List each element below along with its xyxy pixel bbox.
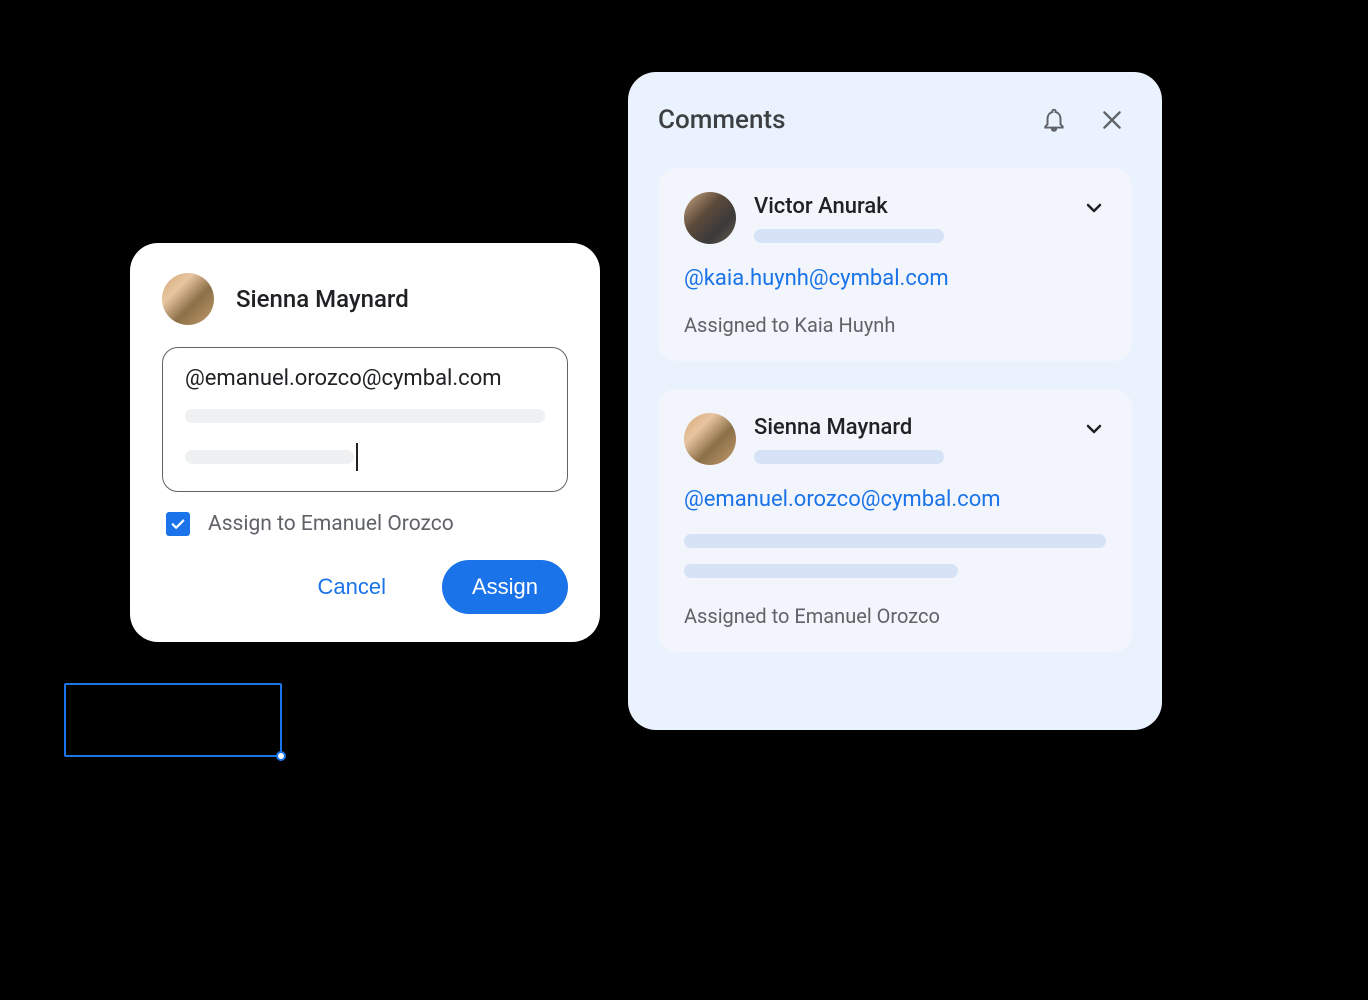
placeholder-line <box>185 450 354 464</box>
avatar <box>162 273 214 325</box>
dialog-header: Sienna Maynard <box>162 273 568 325</box>
comment-author-name: Victor Anurak <box>754 194 1106 219</box>
selection-outline <box>64 683 282 757</box>
assign-checkbox-label: Assign to Emanuel Orozco <box>208 512 454 536</box>
dialog-actions: Cancel Assign <box>162 560 568 614</box>
comment-card-header: Sienna Maynard <box>684 413 1106 465</box>
comment-input[interactable]: @emanuel.orozco@cymbal.com <box>162 347 568 492</box>
comment-body-placeholder <box>684 534 1106 548</box>
comment-mention-text: @emanuel.orozco@cymbal.com <box>185 366 545 391</box>
new-comment-dialog: Sienna Maynard @emanuel.orozco@cymbal.co… <box>130 243 600 642</box>
comments-panel-title: Comments <box>658 105 1034 135</box>
comment-meta-placeholder <box>754 229 944 243</box>
comment-card[interactable]: Victor Anurak @kaia.huynh@cymbal.com Ass… <box>658 168 1132 361</box>
comment-card[interactable]: Sienna Maynard @emanuel.orozco@cymbal.co… <box>658 389 1132 652</box>
assign-checkbox-row[interactable]: Assign to Emanuel Orozco <box>162 512 568 536</box>
placeholder-line <box>185 409 545 423</box>
comment-assigned-text: Assigned to Emanuel Orozco <box>684 604 1106 628</box>
chevron-down-icon[interactable] <box>1082 196 1106 224</box>
notifications-icon[interactable] <box>1034 100 1074 140</box>
chevron-down-icon[interactable] <box>1082 417 1106 445</box>
comment-mention-link[interactable]: @emanuel.orozco@cymbal.com <box>684 487 1106 512</box>
dialog-author-name: Sienna Maynard <box>236 285 409 313</box>
text-cursor <box>356 443 358 471</box>
cancel-button[interactable]: Cancel <box>287 560 415 614</box>
avatar <box>684 413 736 465</box>
comments-panel-header: Comments <box>658 100 1132 140</box>
avatar <box>684 192 736 244</box>
comments-panel: Comments Victor Anurak @kaia.huynh@cymba… <box>628 72 1162 730</box>
comment-card-header: Victor Anurak <box>684 192 1106 244</box>
comment-author-name: Sienna Maynard <box>754 415 1106 440</box>
comment-body-placeholder <box>684 564 958 578</box>
comment-mention-link[interactable]: @kaia.huynh@cymbal.com <box>684 266 1106 291</box>
comment-assigned-text: Assigned to Kaia Huynh <box>684 313 1106 337</box>
selection-handle[interactable] <box>276 751 286 761</box>
close-icon[interactable] <box>1092 100 1132 140</box>
comment-meta-placeholder <box>754 450 944 464</box>
checkbox-checked-icon[interactable] <box>166 512 190 536</box>
assign-button[interactable]: Assign <box>442 560 568 614</box>
